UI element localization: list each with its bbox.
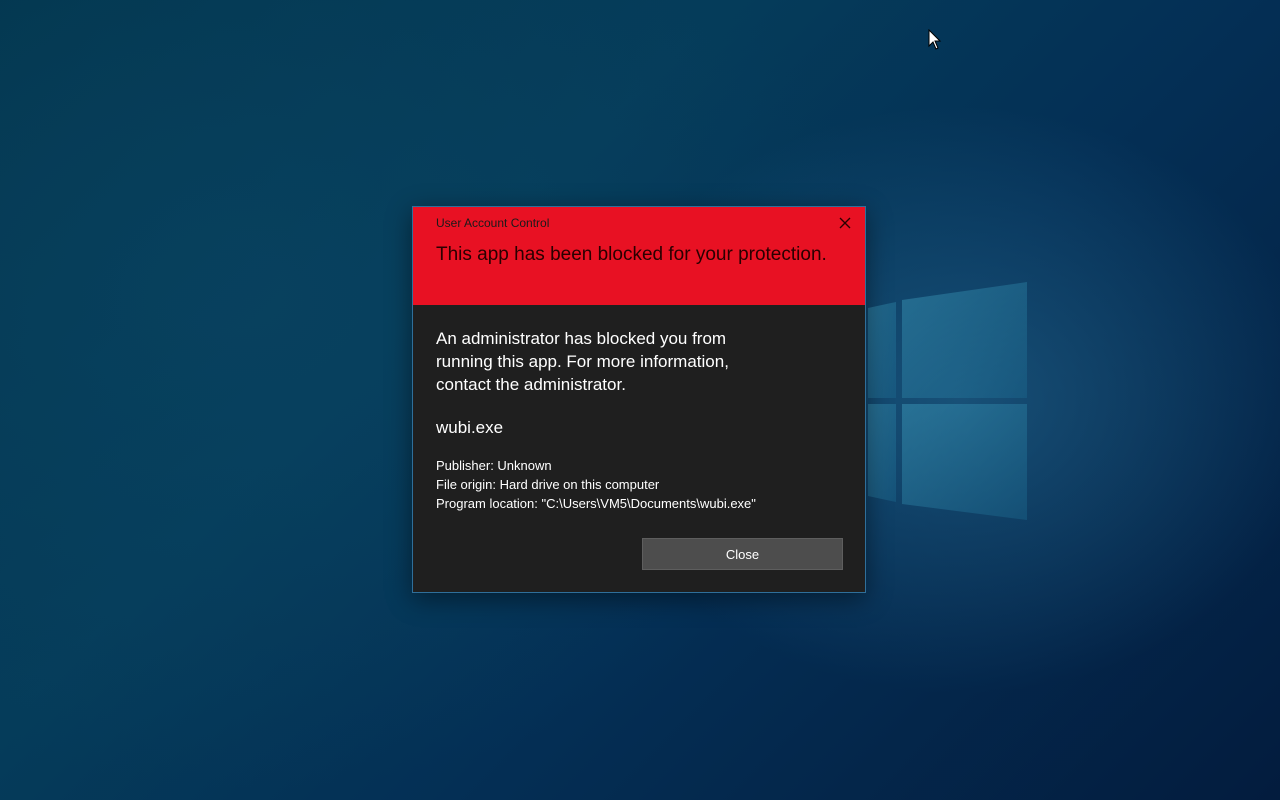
dialog-header: User Account Control This app has been b… bbox=[413, 207, 865, 305]
dialog-body: An administrator has blocked you from ru… bbox=[436, 327, 846, 513]
windows-logo-icon bbox=[868, 282, 1027, 520]
dialog-caption: User Account Control bbox=[436, 216, 550, 230]
app-details: Publisher: Unknown File origin: Hard dri… bbox=[436, 456, 846, 513]
app-name: wubi.exe bbox=[436, 418, 504, 437]
blocked-message: An administrator has blocked you from ru… bbox=[436, 329, 729, 394]
desktop-background: User Account Control This app has been b… bbox=[0, 0, 1280, 800]
publisher-text: Publisher: Unknown bbox=[436, 458, 552, 473]
mouse-pointer-icon bbox=[928, 29, 942, 50]
close-button[interactable]: Close bbox=[642, 538, 843, 570]
file-origin-text: File origin: Hard drive on this computer bbox=[436, 477, 660, 492]
dialog-headline: This app has been blocked for your prote… bbox=[436, 244, 827, 265]
close-icon[interactable] bbox=[837, 215, 853, 231]
program-location-text: Program location: "C:\Users\VM5\Document… bbox=[436, 496, 756, 511]
uac-dialog: User Account Control This app has been b… bbox=[412, 206, 866, 593]
